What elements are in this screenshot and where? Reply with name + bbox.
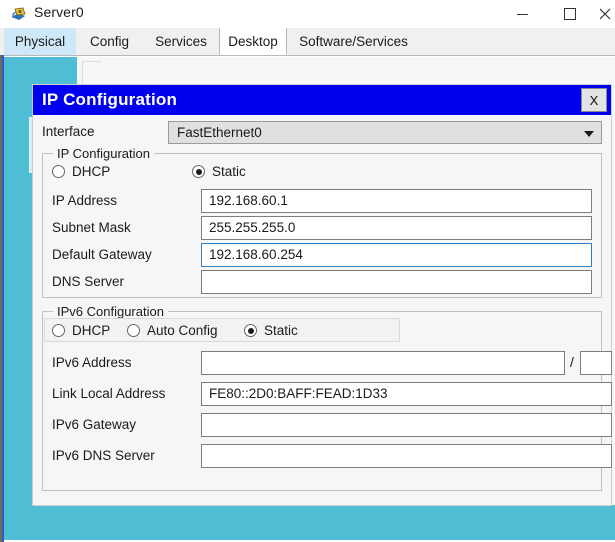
ipv6-dns-server-label: IPv6 DNS Server xyxy=(52,448,155,463)
interface-select[interactable]: FastEthernet0 xyxy=(168,121,602,144)
window-titlebar: Server0 xyxy=(0,0,615,28)
default-gateway-input[interactable]: 192.168.60.254 xyxy=(201,243,592,267)
ipv4-group-label: IP Configuration xyxy=(53,146,154,161)
ip-address-input[interactable]: 192.168.60.1 xyxy=(201,189,592,213)
ip-configuration-dialog: IP Configuration X Interface FastEtherne… xyxy=(33,85,612,505)
ipv4-field-dns-server: DNS Server xyxy=(52,270,592,295)
tab-software-services[interactable]: Software/Services xyxy=(287,28,420,55)
radio-indicator-selected xyxy=(192,165,205,178)
link-local-address-input[interactable]: FE80::2D0:BAFF:FEAD:1D33 xyxy=(201,382,612,406)
ipv6-field-dns-server: IPv6 DNS Server xyxy=(52,444,612,469)
chevron-down-icon xyxy=(584,131,594,137)
tab-physical[interactable]: Physical xyxy=(4,28,76,55)
subnet-mask-value: 255.255.255.0 xyxy=(209,220,296,235)
ipv4-field-ip-address: IP Address 192.168.60.1 xyxy=(52,189,592,214)
interface-row: Interface FastEthernet0 xyxy=(42,121,602,145)
ipv6-radio-static[interactable]: Static xyxy=(244,323,298,338)
ipv6-configuration-group: IPv6 Configuration DHCP Auto Config Stat… xyxy=(42,304,612,491)
radio-indicator-selected xyxy=(244,324,257,337)
radio-indicator xyxy=(52,165,65,178)
ipv6-gateway-input[interactable] xyxy=(201,413,612,437)
device-tab-bar: Physical Config Services Desktop Softwar… xyxy=(0,28,615,56)
ipv6-field-link-local-address: Link Local Address FE80::2D0:BAFF:FEAD:1… xyxy=(52,382,612,407)
dns-server-input[interactable] xyxy=(201,270,592,294)
ipv4-configuration-group: IP Configuration DHCP Static IP Address … xyxy=(42,146,602,298)
link-local-address-label: Link Local Address xyxy=(52,386,166,401)
dialog-title: IP Configuration xyxy=(42,90,178,109)
application-window: Server0 Physical Config Services Desktop… xyxy=(0,0,615,542)
dialog-close-button[interactable]: X xyxy=(581,88,607,112)
minimize-icon xyxy=(500,0,545,28)
ipv4-mode-radio-group: DHCP Static xyxy=(44,160,324,184)
ipv6-radio-static-label: Static xyxy=(264,323,298,338)
ipv4-radio-dhcp[interactable]: DHCP xyxy=(52,164,110,179)
ip-address-value: 192.168.60.1 xyxy=(209,193,288,208)
close-icon xyxy=(594,0,615,28)
subnet-mask-label: Subnet Mask xyxy=(52,220,131,235)
default-gateway-label: Default Gateway xyxy=(52,247,152,262)
ipv6-gateway-label: IPv6 Gateway xyxy=(52,417,137,432)
ipv4-radio-static-label: Static xyxy=(212,164,246,179)
radio-indicator xyxy=(127,324,140,337)
interface-value: FastEthernet0 xyxy=(177,125,262,140)
ipv6-radio-auto-config-label: Auto Config xyxy=(147,323,218,338)
subnet-mask-input[interactable]: 255.255.255.0 xyxy=(201,216,592,240)
ipv6-group-label: IPv6 Configuration xyxy=(53,304,168,319)
tab-services[interactable]: Services xyxy=(143,28,219,55)
ipv4-radio-static[interactable]: Static xyxy=(192,164,246,179)
minimize-button[interactable] xyxy=(500,0,545,28)
tab-config[interactable]: Config xyxy=(76,28,143,55)
radio-indicator xyxy=(52,324,65,337)
dialog-titlebar[interactable]: IP Configuration X xyxy=(33,85,611,115)
ipv6-field-address: IPv6 Address / xyxy=(52,351,612,376)
ipv6-field-gateway: IPv6 Gateway xyxy=(52,413,612,438)
ipv6-radio-dhcp-label: DHCP xyxy=(72,323,111,338)
interface-label: Interface xyxy=(42,124,95,139)
ipv6-prefix-length-input[interactable] xyxy=(580,351,612,375)
ipv6-mode-radio-group: DHCP Auto Config Static xyxy=(44,318,400,342)
close-button[interactable] xyxy=(594,0,615,28)
ipv6-radio-dhcp[interactable]: DHCP xyxy=(52,323,110,338)
tab-desktop[interactable]: Desktop xyxy=(219,28,287,55)
ipv4-radio-dhcp-label: DHCP xyxy=(72,164,111,179)
maximize-icon xyxy=(547,0,592,28)
ipv6-radio-auto-config[interactable]: Auto Config xyxy=(127,323,218,338)
ip-address-label: IP Address xyxy=(52,193,118,208)
default-gateway-value: 192.168.60.254 xyxy=(209,247,303,262)
ipv6-prefix-separator: / xyxy=(570,354,574,370)
maximize-button[interactable] xyxy=(547,0,592,28)
link-local-address-value: FE80::2D0:BAFF:FEAD:1D33 xyxy=(209,386,388,401)
ipv4-field-default-gateway: Default Gateway 192.168.60.254 xyxy=(52,243,592,268)
dialog-body: Interface FastEthernet0 IP Configuration… xyxy=(33,115,612,505)
ipv6-address-input[interactable] xyxy=(201,351,565,375)
server-icon xyxy=(10,5,28,23)
ipv6-address-label: IPv6 Address xyxy=(52,355,132,370)
ipv6-dns-server-input[interactable] xyxy=(201,444,612,468)
dns-server-label: DNS Server xyxy=(52,274,125,289)
window-title: Server0 xyxy=(34,4,84,20)
ipv4-field-subnet-mask: Subnet Mask 255.255.255.0 xyxy=(52,216,592,241)
